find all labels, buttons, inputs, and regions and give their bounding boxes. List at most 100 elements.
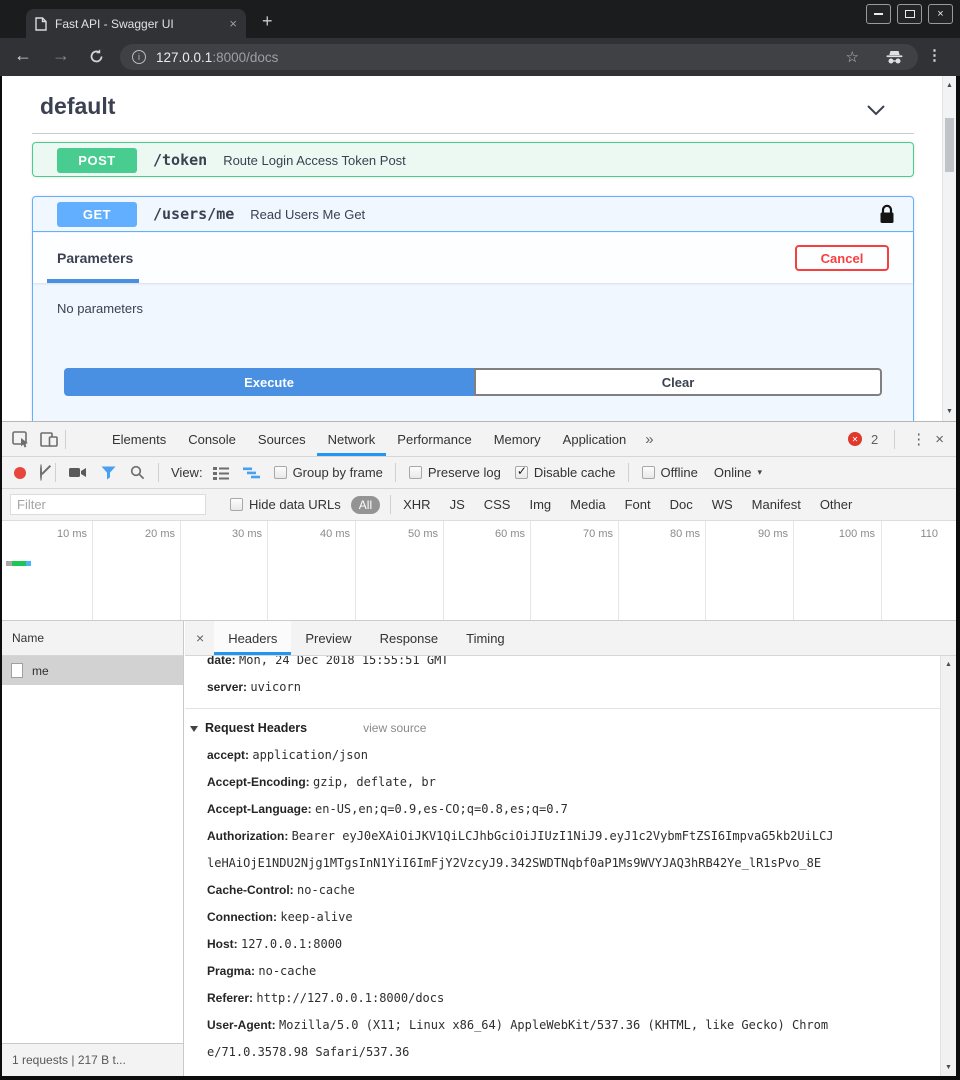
filter-funnel-icon[interactable]: [101, 466, 116, 480]
tab-preview[interactable]: Preview: [291, 621, 365, 655]
tab-elements[interactable]: Elements: [101, 422, 177, 456]
collapse-chevron-icon[interactable]: [866, 103, 886, 121]
section-title: default: [40, 93, 115, 120]
search-icon[interactable]: [130, 465, 145, 480]
timeline-gridline: [180, 521, 181, 620]
tab-sources[interactable]: Sources: [247, 422, 317, 456]
device-toolbar-icon[interactable]: [40, 431, 58, 448]
header-value: application/json: [252, 748, 368, 762]
timeline-gridline: [267, 521, 268, 620]
disable-cache-checkbox[interactable]: [515, 466, 528, 479]
file-icon: [11, 663, 23, 678]
close-window-button[interactable]: ×: [928, 4, 953, 24]
filter-type-font[interactable]: Font: [625, 497, 651, 512]
details-scrollbar[interactable]: ▲ ▼: [940, 656, 956, 1076]
inspect-element-icon[interactable]: [12, 431, 30, 448]
filter-type-ws[interactable]: WS: [712, 497, 733, 512]
page-scrollbar-thumb[interactable]: [945, 118, 954, 172]
scroll-up-icon[interactable]: ▲: [941, 661, 956, 668]
execute-button[interactable]: Execute: [64, 368, 474, 396]
offline-checkbox[interactable]: [642, 466, 655, 479]
back-button[interactable]: ←: [14, 45, 32, 66]
disable-cache-label: Disable cache: [534, 465, 616, 480]
maximize-button[interactable]: [897, 4, 922, 24]
preserve-log-checkbox[interactable]: [409, 466, 422, 479]
tab-close-icon[interactable]: ×: [229, 17, 237, 30]
browser-tab[interactable]: Fast API - Swagger UI ×: [26, 9, 246, 38]
screenshot-camera-icon[interactable]: [69, 466, 87, 479]
new-tab-button[interactable]: +: [262, 11, 273, 32]
tab-timing[interactable]: Timing: [452, 621, 519, 655]
close-details-icon[interactable]: ×: [196, 630, 204, 646]
filter-type-js[interactable]: JS: [450, 497, 465, 512]
view-waterfall-icon[interactable]: [243, 467, 260, 479]
tab-title: Fast API - Swagger UI: [55, 17, 221, 31]
post-path: /token: [153, 151, 207, 169]
tab-console[interactable]: Console: [177, 422, 247, 456]
header-name: Cache-Control:: [207, 883, 294, 897]
request-details-pane: × Headers Preview Response Timing date: …: [185, 621, 956, 1076]
minimize-icon: [874, 13, 883, 15]
tab-headers[interactable]: Headers: [214, 621, 291, 655]
tab-performance[interactable]: Performance: [386, 422, 482, 456]
request-row-me[interactable]: me: [2, 656, 183, 685]
browser-menu-icon[interactable]: ⋮: [927, 46, 942, 64]
divider: [390, 495, 391, 514]
filter-type-other[interactable]: Other: [820, 497, 853, 512]
throttling-select[interactable]: Online: [714, 465, 752, 480]
scroll-up-icon[interactable]: ▲: [943, 82, 956, 89]
filter-type-doc[interactable]: Doc: [670, 497, 693, 512]
bookmark-star-icon[interactable]: ☆: [846, 48, 859, 66]
site-info-icon[interactable]: i: [132, 50, 146, 64]
endpoint-get-row[interactable]: GET /users/me Read Users Me Get: [33, 197, 913, 232]
clear-button[interactable]: Clear: [474, 368, 882, 396]
endpoint-get-users-me: GET /users/me Read Users Me Get Paramete…: [32, 196, 914, 421]
header-value: no-cache: [258, 964, 316, 978]
devtools-menu-icon[interactable]: ⋮: [911, 430, 926, 448]
filter-type-manifest[interactable]: Manifest: [752, 497, 801, 512]
header-name: Pragma:: [207, 964, 255, 978]
filter-type-xhr[interactable]: XHR: [403, 497, 430, 512]
parameters-tab[interactable]: Parameters: [57, 250, 133, 266]
tab-response[interactable]: Response: [366, 621, 453, 655]
filter-type-all[interactable]: All: [351, 496, 380, 514]
divider: [158, 463, 159, 482]
filter-type-css[interactable]: CSS: [484, 497, 511, 512]
header-value: gzip, deflate, br: [313, 775, 436, 789]
tab-application[interactable]: Application: [552, 422, 638, 456]
request-header-line: Accept-Language: en-US,en;q=0.9,es-CO;q=…: [207, 796, 940, 823]
page-scrollbar[interactable]: ▲ ▼: [942, 76, 956, 421]
url-bar[interactable]: i 127.0.0.1:8000/docs ☆: [120, 44, 918, 70]
auth-lock-icon[interactable]: [879, 204, 895, 224]
cancel-button[interactable]: Cancel: [795, 245, 889, 271]
get-summary: Read Users Me Get: [250, 207, 365, 222]
name-column-header[interactable]: Name: [2, 621, 183, 656]
scroll-down-icon[interactable]: ▼: [941, 1064, 956, 1071]
url-path: :8000/docs: [212, 50, 278, 65]
request-name: me: [32, 664, 49, 678]
filter-input[interactable]: [10, 494, 206, 515]
record-button[interactable]: [14, 467, 26, 479]
hide-data-urls-checkbox[interactable]: [230, 498, 243, 511]
request-header-line: Accept-Encoding: gzip, deflate, br: [207, 769, 940, 796]
more-tabs-icon[interactable]: »: [637, 431, 661, 448]
timeline-tick-label: 100 ms: [820, 528, 875, 540]
minimize-button[interactable]: [866, 4, 891, 24]
error-badge-icon[interactable]: ✕: [848, 432, 862, 446]
devtools-close-icon[interactable]: ×: [935, 431, 944, 448]
tab-memory[interactable]: Memory: [483, 422, 552, 456]
reload-button[interactable]: [88, 48, 105, 70]
timeline-tick-label: 90 ms: [733, 528, 788, 540]
view-list-icon[interactable]: [213, 466, 229, 480]
filter-type-img[interactable]: Img: [529, 497, 551, 512]
request-headers-section-toggle[interactable]: Request Headers view source: [190, 715, 940, 742]
header-name: Accept-Encoding:: [207, 775, 310, 789]
tab-network[interactable]: Network: [317, 422, 387, 456]
endpoint-post-token[interactable]: POST /token Route Login Access Token Pos…: [32, 142, 914, 177]
forward-button[interactable]: →: [52, 45, 70, 66]
view-source-link[interactable]: view source: [363, 715, 426, 742]
filter-type-media[interactable]: Media: [570, 497, 605, 512]
scroll-down-icon[interactable]: ▼: [943, 408, 956, 415]
dropdown-arrow-icon[interactable]: ▾: [757, 467, 762, 478]
group-by-frame-checkbox[interactable]: [274, 466, 287, 479]
